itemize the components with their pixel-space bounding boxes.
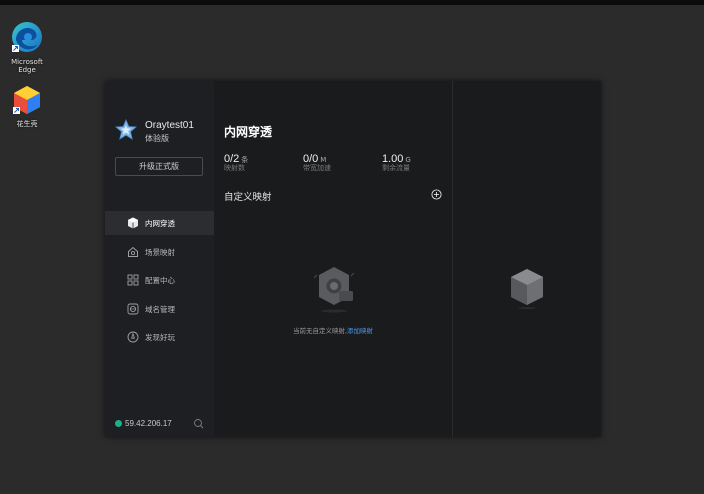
sidebar-item-label: 场景映射	[145, 248, 175, 257]
upgrade-button[interactable]: 升级正式版	[115, 157, 203, 176]
sidebar-item-config[interactable]: 配置中心	[105, 268, 214, 292]
stat-bandwidth: 0/0 M 带宽加速	[303, 147, 331, 172]
desktop-icon-huashengke[interactable]: 花生壳	[7, 84, 47, 128]
add-mapping-link[interactable]: 添加映射	[347, 327, 373, 335]
sidebar-item-discover[interactable]: 发现好玩	[105, 325, 214, 349]
empty-state-illustration	[313, 267, 355, 313]
sidebar-item-label: 内网穿透	[145, 219, 175, 228]
app-window: Oraytest01 体验版 升级正式版 内网穿透 场景映射 配置中心 域名管理…	[105, 81, 601, 437]
cube-icon	[128, 217, 138, 229]
grid-icon	[127, 274, 139, 286]
sidebar-item-domain[interactable]: 域名管理	[105, 297, 214, 321]
cube-placeholder-icon	[511, 269, 543, 309]
domain-icon	[127, 303, 139, 315]
username: Oraytest01	[145, 120, 194, 131]
desktop-icon-label: 花生壳	[16, 120, 38, 128]
stat-label: 剩余流量	[382, 164, 410, 172]
stat-label: 带宽加速	[303, 164, 331, 172]
sidebar-item-label: 配置中心	[145, 276, 175, 285]
refresh-icon[interactable]	[193, 418, 204, 429]
desktop-icon-label: Microsoft	[11, 58, 43, 66]
compass-icon	[127, 331, 139, 343]
ip-text: 59.42.206.17	[125, 419, 172, 428]
main-panel: 内网穿透 0/2 条 映射数 0/0 M 带宽加速 1.00 G 剩余流量 自定义映射	[214, 81, 452, 437]
sidebar-item-label: 域名管理	[145, 305, 175, 314]
section-title: 自定义映射	[224, 192, 272, 203]
sidebar-item-scene[interactable]: 场景映射	[105, 240, 214, 264]
empty-message: 当前无自定义映射,	[292, 327, 348, 335]
sidebar-item-label: 发现好玩	[145, 333, 175, 342]
screen-top-bar	[0, 0, 704, 5]
avatar[interactable]	[115, 119, 137, 141]
stat-mappings: 0/2 条 映射数	[224, 147, 248, 172]
scene-icon	[128, 246, 138, 257]
sidebar-item-intranet[interactable]: 内网穿透	[105, 211, 214, 235]
desktop-icon-edge[interactable]: Microsoft Edge	[7, 20, 47, 74]
stat-label: 映射数	[224, 164, 245, 172]
status-dot	[115, 420, 122, 427]
add-mapping-icon[interactable]	[431, 189, 442, 200]
empty-state-text: 当前无自定义映射,添加映射	[214, 325, 452, 335]
account-type: 体验版	[145, 134, 169, 143]
stat-traffic: 1.00 G 剩余流量	[382, 147, 411, 172]
edge-icon	[12, 22, 42, 52]
ip-address: 59.42.206.17	[115, 419, 172, 428]
huashengke-icon	[13, 86, 40, 114]
page-title: 内网穿透	[224, 125, 273, 139]
sidebar: Oraytest01 体验版 升级正式版 内网穿透 场景映射 配置中心 域名管理…	[105, 81, 214, 437]
desktop-icon-label: Edge	[18, 66, 36, 74]
detail-panel	[452, 81, 601, 437]
